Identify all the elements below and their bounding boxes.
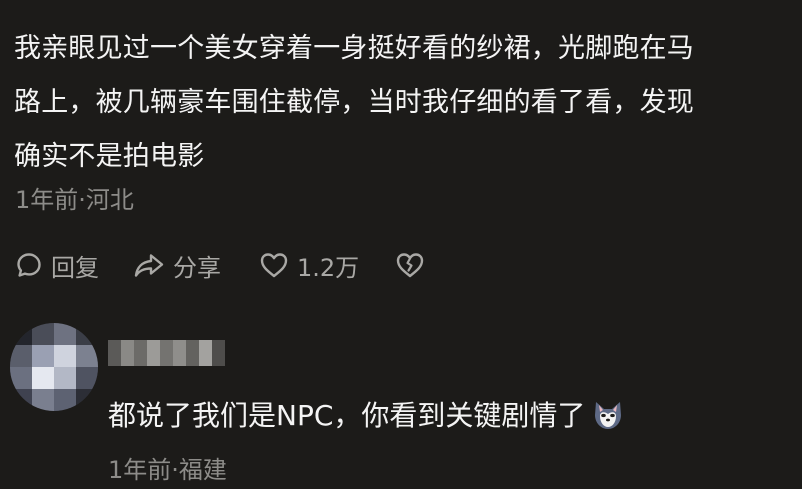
comment-text-line-3: 确实不是拍电影 (14, 141, 205, 172)
avatar-pixel (32, 323, 54, 345)
avatar-pixel (54, 345, 76, 367)
username-pixel (108, 340, 121, 366)
username-pixel (160, 340, 173, 366)
share-button[interactable]: 分享 (133, 248, 259, 283)
avatar-pixel (10, 389, 32, 411)
share-icon (133, 251, 165, 279)
username-blurred[interactable] (108, 340, 226, 366)
reply-text: 都说了我们是NPC，你看到关键剧情了 (108, 396, 625, 436)
username-pixel (147, 340, 160, 366)
comment-text-line-1: 我亲眼见过一个美女穿着一身挺好看的纱裙，光脚跑在马 (14, 33, 694, 64)
like-count: 1.2万 (297, 253, 360, 282)
avatar-pixel (54, 323, 76, 345)
username-pixel (134, 340, 147, 366)
dislike-button[interactable] (395, 251, 425, 279)
username-pixel (173, 340, 186, 366)
avatar-pixel (32, 345, 54, 367)
avatar-pixel (32, 389, 54, 411)
reply-text-content: 都说了我们是NPC，你看到关键剧情了 (108, 399, 586, 432)
comment-action-bar: 回复 分享 1.2万 (15, 247, 425, 283)
username-pixel (186, 340, 199, 366)
avatar-pixel (10, 345, 32, 367)
wolf-face-emoji-icon (591, 399, 625, 433)
comment-text-line-2: 路上，被几辆豪车围住截停，当时我仔细的看了看，发现 (14, 87, 694, 118)
avatar-pixel (10, 367, 32, 389)
reply-comment: 都说了我们是NPC，你看到关键剧情了 1年前·福建 (0, 318, 802, 489)
heart-icon (259, 251, 289, 279)
avatar-pixel (32, 367, 54, 389)
username-pixel (121, 340, 134, 366)
broken-heart-icon (395, 251, 425, 279)
comment-text: 我亲眼见过一个美女穿着一身挺好看的纱裙，光脚跑在马 路上，被几辆豪车围住截停，当… (14, 22, 786, 184)
username-pixel (212, 340, 225, 366)
avatar-pixel (10, 323, 32, 345)
reply-button[interactable]: 回复 (15, 248, 133, 283)
comment-body: 我亲眼见过一个美女穿着一身挺好看的纱裙，光脚跑在马 路上，被几辆豪车围住截停，当… (14, 22, 786, 184)
reply-icon (15, 251, 43, 279)
avatar-pixel (76, 367, 98, 389)
avatar[interactable] (10, 323, 98, 411)
share-label: 分享 (173, 253, 221, 282)
reply-meta: 1年前·福建 (108, 456, 227, 484)
comment-meta: 1年前·河北 (15, 186, 134, 214)
avatar-pixel (76, 323, 98, 345)
like-button[interactable]: 1.2万 (259, 248, 395, 283)
avatar-pixel (54, 389, 76, 411)
avatar-pixel (76, 389, 98, 411)
avatar-pixel (76, 345, 98, 367)
reply-label: 回复 (51, 253, 99, 282)
avatar-pixel (54, 367, 76, 389)
username-pixel (199, 340, 212, 366)
